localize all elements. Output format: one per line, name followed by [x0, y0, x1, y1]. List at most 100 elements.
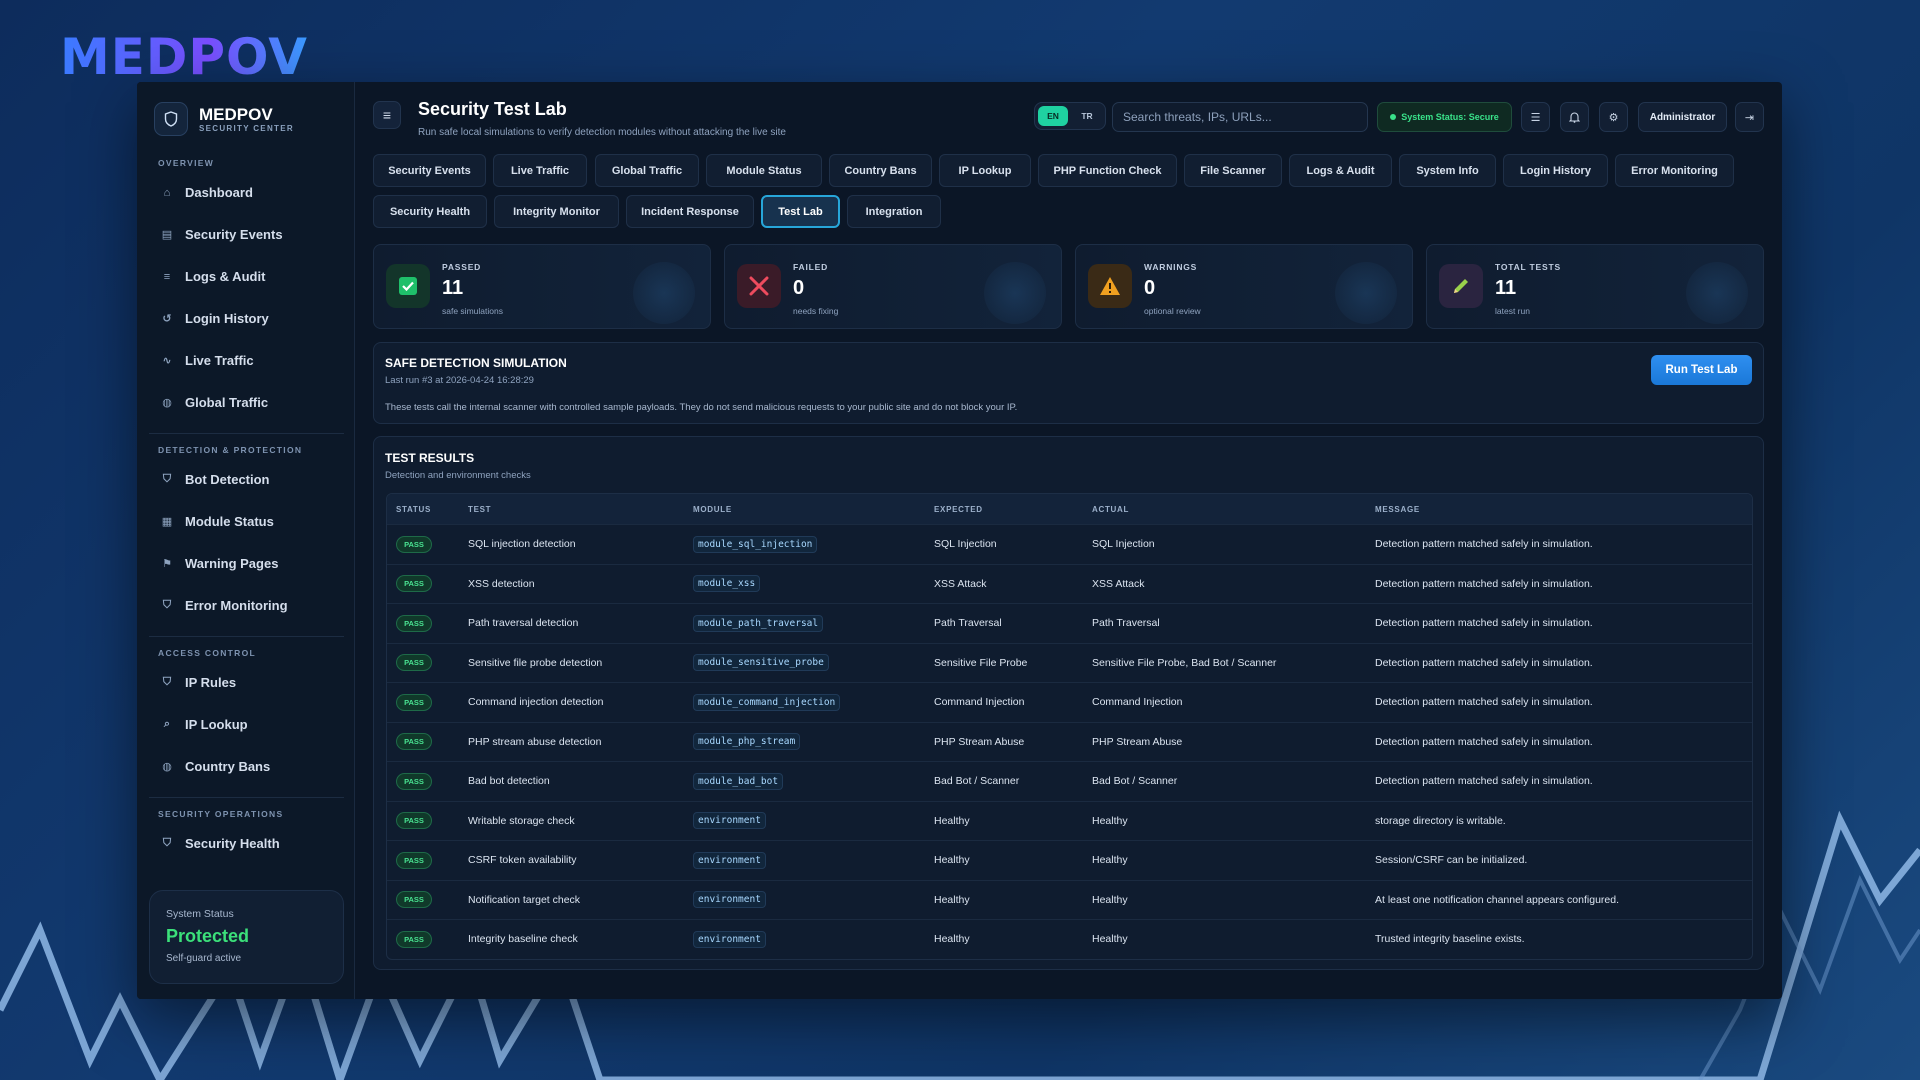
- settings-button[interactable]: ⚙: [1599, 102, 1628, 132]
- sidebar-item-security-health[interactable]: ⛉ Security Health: [161, 836, 280, 851]
- test-cell: SQL injection detection: [468, 538, 576, 551]
- tab-error-monitoring[interactable]: Error Monitoring: [1615, 154, 1734, 187]
- column-header-message[interactable]: MESSAGE: [1375, 505, 1752, 514]
- section-access-control: ACCESS CONTROL: [158, 648, 257, 658]
- tab-login-history[interactable]: Login History: [1503, 154, 1608, 187]
- table-row[interactable]: PASS Sensitive file probe detection module…: [387, 642, 1752, 683]
- table-row[interactable]: PASS Bad bot detection module_bad_bot Bad B…: [387, 761, 1752, 801]
- tab-module-status[interactable]: Module Status: [706, 154, 822, 187]
- message-cell: Detection pattern matched safely in simu…: [1375, 735, 1593, 748]
- sidebar-item-live-traffic[interactable]: ∿ Live Traffic: [161, 353, 253, 368]
- run-test-lab-button[interactable]: Run Test Lab: [1651, 355, 1752, 385]
- lang-tr-button[interactable]: TR: [1072, 106, 1102, 126]
- module-cell: environment: [693, 812, 934, 830]
- expected-cell: Bad Bot / Scanner: [934, 775, 1020, 788]
- simulation-last-run: Last run #3 at 2026-04-24 16:28:29: [385, 375, 534, 386]
- sidebar-item-login-history[interactable]: ↺ Login History: [161, 311, 268, 326]
- sidebar-item-label: Country Bans: [185, 759, 271, 774]
- sidebar-item-warning-pages[interactable]: ⚑ Warning Pages: [161, 556, 278, 571]
- table-row[interactable]: PASS CSRF token availability environment He…: [387, 840, 1752, 880]
- brand-name: MEDPOV: [199, 104, 273, 124]
- pencil-icon: [1439, 264, 1483, 308]
- shield-icon: ⛉: [162, 837, 172, 849]
- actual-cell: Healthy: [1092, 893, 1128, 906]
- menu-toggle-button[interactable]: ≡: [373, 101, 401, 129]
- message-cell: At least one notification channel appear…: [1375, 893, 1619, 906]
- grid-icon: ▦: [161, 516, 173, 528]
- list-view-button[interactable]: ☰: [1521, 102, 1550, 132]
- table-row[interactable]: PASS Writable storage check environment Hea…: [387, 800, 1752, 841]
- sidebar-item-dashboard[interactable]: ⌂ Dashboard: [161, 185, 253, 200]
- history-icon: ↺: [162, 313, 172, 325]
- table-row[interactable]: PASS SQL injection detection module_sql_in…: [387, 524, 1752, 564]
- search-icon: ⌕: [163, 718, 171, 730]
- stat-card-warnings: WARNINGS 0 optional review: [1075, 244, 1413, 329]
- sidebar-item-country-bans[interactable]: ◍ Country Bans: [161, 759, 270, 774]
- shield-icon: ⛉: [162, 599, 172, 611]
- tab-php-function-check[interactable]: PHP Function Check: [1038, 154, 1177, 187]
- table-row[interactable]: PASS Path traversal detection module_path_…: [387, 603, 1752, 643]
- search-input[interactable]: [1112, 102, 1368, 132]
- shield-icon: ⛉: [162, 676, 172, 688]
- system-status-text: System Status: Secure: [1401, 112, 1499, 122]
- shield-logo-icon: [154, 102, 188, 136]
- stat-sub: optional review: [1144, 306, 1201, 316]
- tab-global-traffic[interactable]: Global Traffic: [595, 154, 699, 187]
- tab-live-traffic[interactable]: Live Traffic: [493, 154, 587, 187]
- expected-cell: Healthy: [934, 893, 970, 906]
- administrator-button[interactable]: Administrator: [1638, 102, 1727, 132]
- status-badge: PASS: [396, 614, 432, 632]
- tab-incident-response[interactable]: Incident Response: [626, 195, 754, 228]
- sidebar-item-bot-detection[interactable]: ⛉ Bot Detection: [161, 472, 270, 487]
- status-cell: PASS: [387, 930, 468, 948]
- table-row[interactable]: PASS Notification target check environment…: [387, 879, 1752, 920]
- table-row[interactable]: PASS PHP stream abuse detection module_php…: [387, 721, 1752, 762]
- table-row[interactable]: PASS Integrity baseline check environment H…: [387, 919, 1752, 959]
- system-status-badge[interactable]: System Status: Secure: [1377, 102, 1512, 132]
- tab-file-scanner[interactable]: File Scanner: [1184, 154, 1282, 187]
- tab-logs-audit[interactable]: Logs & Audit: [1289, 154, 1392, 187]
- section-detection-protection: DETECTION & PROTECTION: [158, 445, 303, 455]
- sidebar-item-security-events[interactable]: ▤ Security Events: [161, 227, 283, 242]
- sidebar-item-error-monitoring[interactable]: ⛉ Error Monitoring: [161, 598, 288, 613]
- logout-button[interactable]: ⇥: [1735, 102, 1764, 132]
- test-cell: XSS detection: [468, 577, 535, 590]
- table-row[interactable]: PASS XSS detection module_xss XSS Attack XSS…: [387, 563, 1752, 604]
- results-subtitle: Detection and environment checks: [385, 470, 531, 481]
- sidebar-item-ip-rules[interactable]: ⛉ IP Rules: [161, 675, 236, 690]
- expected-cell: Command Injection: [934, 696, 1025, 709]
- tab-ip-lookup[interactable]: IP Lookup: [939, 154, 1031, 187]
- lang-en-button[interactable]: EN: [1038, 106, 1068, 126]
- table-row[interactable]: PASS Command injection detection module_co…: [387, 682, 1752, 722]
- test-cell: Writable storage check: [468, 814, 575, 827]
- sidebar-divider: [149, 433, 344, 434]
- tab-integrity-monitor[interactable]: Integrity Monitor: [494, 195, 619, 228]
- sidebar-item-module-status[interactable]: ▦ Module Status: [161, 514, 274, 529]
- tab-system-info[interactable]: System Info: [1399, 154, 1496, 187]
- sidebar-item-logs-audit[interactable]: ≡ Logs & Audit: [161, 269, 266, 284]
- status-cell: PASS: [387, 812, 468, 830]
- status-cell: PASS: [387, 772, 468, 790]
- tab-test-lab[interactable]: Test Lab: [761, 195, 840, 228]
- column-header-test[interactable]: TEST: [468, 505, 693, 514]
- status-badge: PASS: [396, 535, 432, 553]
- status-cell: PASS: [387, 535, 468, 553]
- notifications-button[interactable]: [1560, 102, 1589, 132]
- tab-integration[interactable]: Integration: [847, 195, 941, 228]
- column-header-expected[interactable]: EXPECTED: [934, 505, 1092, 514]
- module-cell: environment: [693, 930, 934, 948]
- column-header-status[interactable]: STATUS: [387, 505, 468, 514]
- sidebar-item-label: IP Rules: [185, 675, 237, 690]
- tab-country-bans[interactable]: Country Bans: [829, 154, 932, 187]
- module-code: module_path_traversal: [693, 614, 824, 632]
- module-cell: module_sql_injection: [693, 535, 934, 553]
- sidebar-brand[interactable]: MEDPOV SECURITY CENTER: [154, 102, 294, 136]
- message-cell: Detection pattern matched safely in simu…: [1375, 696, 1593, 709]
- card-glow: [633, 262, 695, 324]
- sidebar-item-global-traffic[interactable]: ◍ Global Traffic: [161, 395, 268, 410]
- column-header-actual[interactable]: ACTUAL: [1092, 505, 1375, 514]
- column-header-module[interactable]: MODULE: [693, 505, 934, 514]
- tab-security-health[interactable]: Security Health: [373, 195, 487, 228]
- sidebar-item-ip-lookup[interactable]: ⌕ IP Lookup: [161, 717, 248, 732]
- tab-security-events[interactable]: Security Events: [373, 154, 486, 187]
